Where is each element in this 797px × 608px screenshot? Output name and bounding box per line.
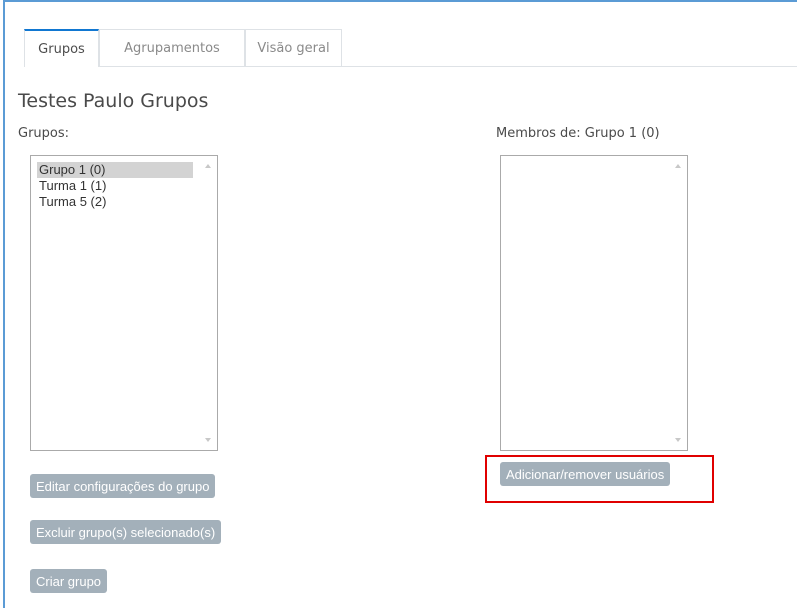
members-label: Membros de: Grupo 1 (0)	[496, 126, 660, 141]
scroll-down-arrow-icon[interactable]	[205, 438, 211, 442]
create-group-button[interactable]: Criar grupo	[30, 569, 108, 593]
members-listbox[interactable]	[500, 155, 688, 451]
groups-label: Grupos:	[18, 126, 70, 141]
group-option-turma-5[interactable]: Turma 5 (2)	[37, 194, 193, 210]
tab-bar: Grupos Agrupamentos Visão geral	[24, 29, 797, 67]
groups-options: Grupo 1 (0) Turma 1 (1) Turma 5 (2)	[37, 162, 193, 210]
scroll-up-arrow-icon[interactable]	[205, 164, 211, 168]
delete-selected-groups-button[interactable]: Excluir grupo(s) selecionado(s)	[30, 520, 222, 544]
edit-group-settings-button[interactable]: Editar configurações do grupo	[30, 474, 216, 498]
tab-visao-geral[interactable]: Visão geral	[245, 29, 342, 66]
members-scrollbar[interactable]	[670, 156, 687, 450]
window-frame-left	[3, 0, 5, 608]
group-option-turma-1[interactable]: Turma 1 (1)	[37, 178, 193, 194]
groups-listbox[interactable]: Grupo 1 (0) Turma 1 (1) Turma 5 (2)	[30, 155, 218, 451]
groups-scrollbar[interactable]	[200, 156, 217, 450]
tab-agrupamentos[interactable]: Agrupamentos	[99, 29, 245, 66]
window-frame-top	[3, 0, 797, 2]
group-option-grupo-1[interactable]: Grupo 1 (0)	[37, 162, 193, 178]
highlight-box	[485, 455, 714, 503]
page-title: Testes Paulo Grupos	[18, 90, 209, 112]
scroll-down-arrow-icon[interactable]	[675, 438, 681, 442]
tab-grupos[interactable]: Grupos	[24, 29, 99, 67]
scroll-up-arrow-icon[interactable]	[675, 164, 681, 168]
